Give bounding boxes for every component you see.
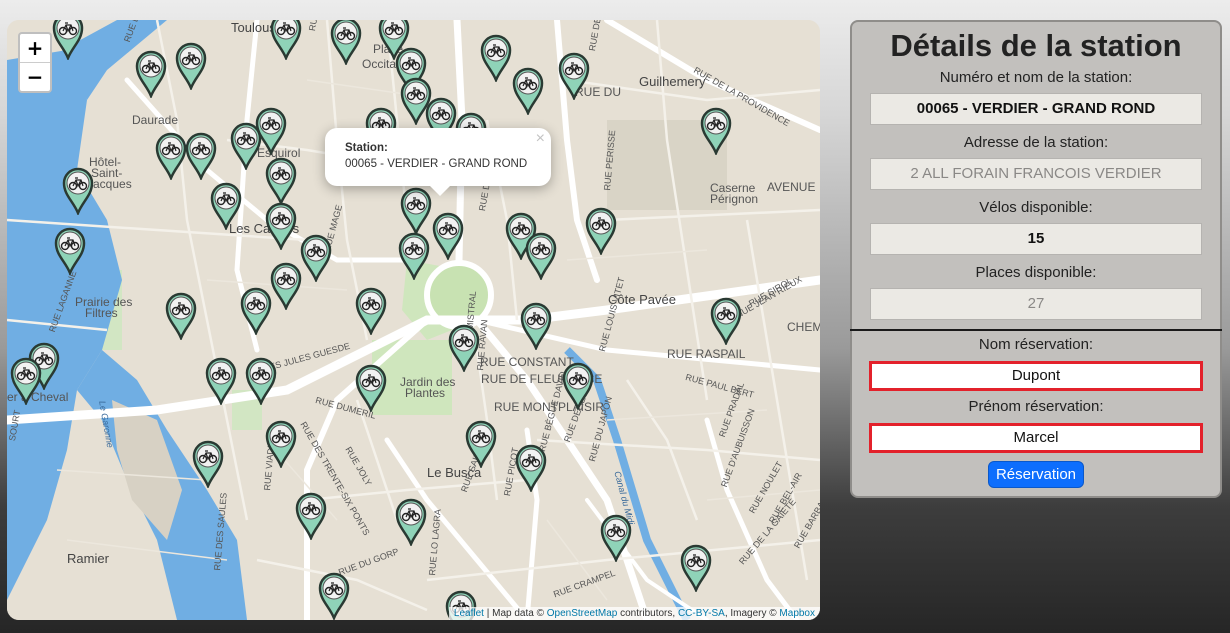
- reservation-name-label: Nom réservation:: [978, 336, 1094, 353]
- bike-station-marker-icon[interactable]: [557, 50, 591, 100]
- bike-station-marker-icon[interactable]: [51, 20, 85, 60]
- bike-station-marker-icon[interactable]: [524, 230, 558, 280]
- zoom-out-button[interactable]: −: [20, 62, 50, 91]
- bike-station-marker-icon[interactable]: [511, 65, 545, 115]
- osm-link[interactable]: OpenStreetMap: [547, 608, 618, 619]
- map-label: AVENUE: [767, 180, 816, 194]
- bike-station-marker-icon[interactable]: [397, 230, 431, 280]
- bike-station-marker-icon[interactable]: [479, 32, 513, 82]
- leaflet-link[interactable]: Leaflet: [454, 608, 484, 619]
- station-address-field: 2 ALL FORAIN FRANCOIS VERDIER: [870, 158, 1202, 190]
- bike-station-marker-icon[interactable]: [61, 165, 95, 215]
- popup-title: Station:: [345, 142, 388, 154]
- bike-station-marker-icon[interactable]: [244, 355, 278, 405]
- bikes-available-label: Vélos disponible:: [979, 199, 1093, 216]
- bike-station-marker-icon[interactable]: [269, 20, 303, 60]
- map-label: RUE CONSTANT: [480, 355, 574, 369]
- bike-station-marker-icon[interactable]: [561, 360, 595, 410]
- bike-station-marker-icon[interactable]: [134, 48, 168, 98]
- bike-station-marker-icon[interactable]: [514, 442, 548, 492]
- panel-divider: [850, 329, 1222, 331]
- map-label: Ramier: [67, 551, 109, 566]
- mapbox-link[interactable]: Mapbox: [779, 608, 815, 619]
- bike-station-marker-icon[interactable]: [317, 570, 351, 620]
- bike-station-marker-icon[interactable]: [294, 490, 328, 540]
- bike-station-marker-icon[interactable]: [174, 40, 208, 90]
- bike-station-marker-icon[interactable]: [354, 285, 388, 335]
- popup-close-icon[interactable]: ×: [536, 130, 545, 148]
- bike-station-marker-icon[interactable]: [264, 155, 298, 205]
- reservation-firstname-input[interactable]: Marcel: [869, 423, 1203, 453]
- reservation-firstname-label: Prénom réservation:: [968, 398, 1104, 415]
- bike-station-marker-icon[interactable]: [584, 205, 618, 255]
- bike-station-marker-icon[interactable]: [394, 496, 428, 546]
- bike-station-marker-icon[interactable]: [399, 185, 433, 235]
- bike-station-marker-icon[interactable]: [53, 225, 87, 275]
- bike-station-marker-icon[interactable]: [184, 130, 218, 180]
- map-attribution: Leaflet | Map data © OpenStreetMap contr…: [448, 607, 820, 620]
- bike-station-marker-icon[interactable]: [464, 418, 498, 468]
- bike-station-marker-icon[interactable]: [709, 295, 743, 345]
- bike-station-marker-icon[interactable]: [239, 285, 273, 335]
- reservation-name-input[interactable]: Dupont: [869, 361, 1203, 391]
- bike-station-marker-icon[interactable]: [299, 232, 333, 282]
- reservation-button[interactable]: Réservation: [987, 461, 1085, 488]
- bike-station-marker-icon[interactable]: [264, 200, 298, 250]
- bikes-available-field: 15: [870, 223, 1202, 255]
- bike-station-marker-icon[interactable]: [191, 438, 225, 488]
- zoom-in-button[interactable]: +: [20, 34, 50, 62]
- map-label: Daurade: [132, 113, 179, 127]
- map-label: Pérignon: [710, 192, 759, 206]
- popup-station-name: 00065 - VERDIER - GRAND ROND: [345, 158, 528, 170]
- map-label: Plantes: [405, 386, 446, 400]
- bike-station-marker-icon[interactable]: [209, 180, 243, 230]
- station-number-label: Numéro et nom de la station:: [939, 69, 1133, 86]
- bike-station-marker-icon[interactable]: [599, 512, 633, 562]
- station-details-panel: Détails de la station Numéro et nom de l…: [850, 20, 1222, 498]
- map-label: RUE RASPAIL: [667, 347, 746, 361]
- bike-station-marker-icon[interactable]: [164, 290, 198, 340]
- station-number-field: 00065 - VERDIER - GRAND ROND: [870, 93, 1202, 125]
- bike-station-marker-icon[interactable]: [699, 105, 733, 155]
- bike-station-marker-icon[interactable]: [154, 130, 188, 180]
- map-label: Guilhemery: [639, 74, 706, 89]
- map-label: CHEMIN: [787, 320, 820, 334]
- attribution-text: | Map data ©: [483, 608, 547, 619]
- zoom-control: + −: [18, 32, 52, 93]
- bike-station-marker-icon[interactable]: [229, 120, 263, 170]
- bike-station-marker-icon[interactable]: [354, 362, 388, 412]
- station-address-label: Adresse de la station:: [963, 134, 1109, 151]
- places-available-label: Places disponible:: [975, 264, 1097, 281]
- bike-station-marker-icon[interactable]: [447, 322, 481, 372]
- attribution-text-3: , Imagery ©: [724, 608, 780, 619]
- bike-station-marker-icon[interactable]: [9, 355, 43, 405]
- license-link[interactable]: CC-BY-SA: [678, 608, 725, 619]
- bike-station-marker-icon[interactable]: [519, 300, 553, 350]
- bike-station-marker-icon[interactable]: [204, 355, 238, 405]
- bike-station-marker-icon[interactable]: [679, 542, 713, 592]
- station-popup: × Station: 00065 - VERDIER - GRAND ROND: [325, 128, 551, 196]
- bike-station-marker-icon[interactable]: [329, 20, 363, 65]
- bike-station-marker-icon[interactable]: [264, 418, 298, 468]
- attribution-text-2: contributors,: [617, 608, 678, 619]
- panel-title: Détails de la station: [890, 28, 1182, 63]
- places-available-field: 27: [870, 288, 1202, 320]
- map-container[interactable]: + − PlaceOccitaneDauradeEsquirolHôtel-Sa…: [7, 20, 820, 620]
- bike-station-marker-icon[interactable]: [431, 210, 465, 260]
- bike-station-marker-icon[interactable]: [269, 260, 303, 310]
- map-label: Filtres: [85, 306, 118, 320]
